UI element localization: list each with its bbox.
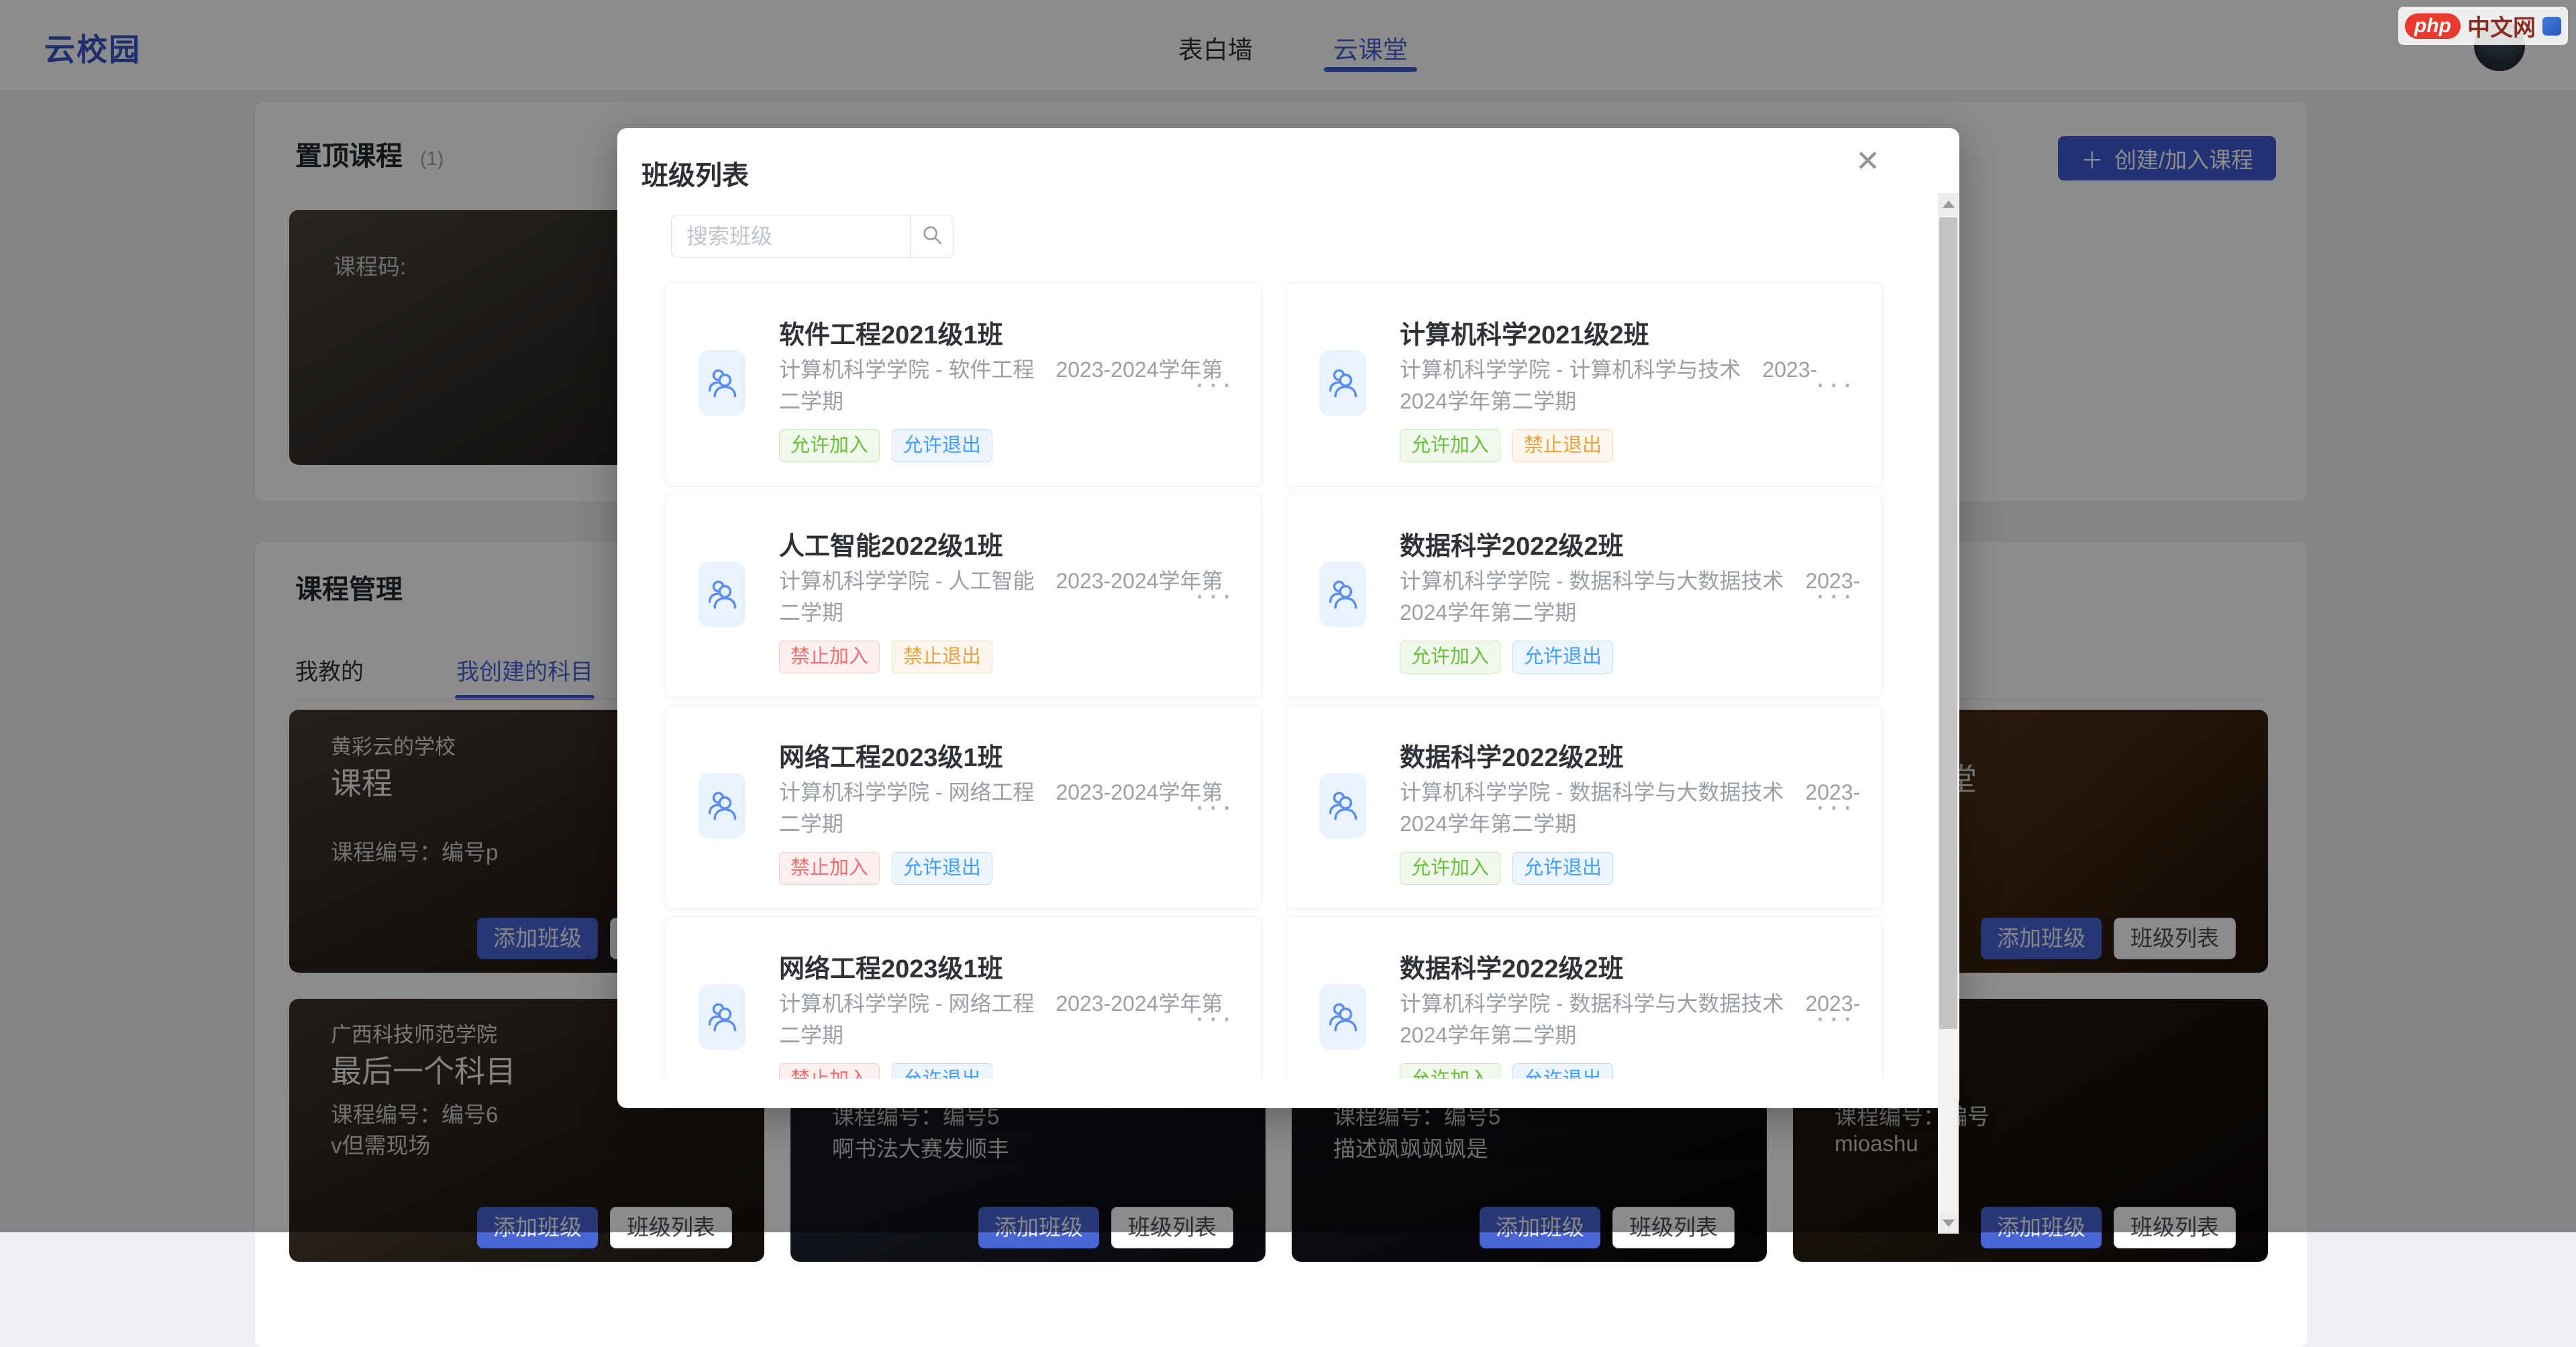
class-avatar-tile [1319,773,1366,839]
modal-scrollbar[interactable] [1938,193,1959,1234]
search-input[interactable] [671,215,910,258]
class-card[interactable]: 数据科学2022级2班 计算机科学学院 - 数据科学与大数据技术 2023-20… [1286,916,1882,1079]
site-watermark: php 中文网 [2398,7,2568,45]
class-name: 计算机科学2021级2班 [1400,314,1649,351]
more-options-button[interactable]: ··· [1815,365,1856,401]
more-options-button[interactable]: ··· [1815,999,1856,1035]
join-status-badge: 允许加入 [779,429,880,462]
join-status-badge: 允许加入 [1400,852,1500,885]
join-status-badge: 禁止加入 [779,1063,880,1079]
class-info: 计算机科学学院 - 计算机科学与技术 2023-2024学年第二学期 [1400,354,1863,417]
class-card[interactable]: 计算机科学2021级2班 计算机科学学院 - 计算机科学与技术 2023-202… [1286,282,1882,486]
class-avatar-tile [699,350,745,416]
quit-status-badge: 禁止退出 [1512,429,1613,462]
class-name: 数据科学2022级2班 [1400,525,1624,562]
more-options-button[interactable]: ··· [1194,365,1235,401]
close-icon[interactable]: ✕ [1855,147,1880,176]
watermark-text: 中文网 [2467,9,2536,42]
class-name: 数据科学2022级2班 [1400,737,1624,773]
people-icon [705,364,739,402]
class-name: 网络工程2023级1班 [779,737,1003,773]
search-icon [920,223,944,250]
class-card[interactable]: 软件工程2021级1班 计算机科学学院 - 软件工程 2023-2024学年第二… [666,282,1261,486]
class-name: 人工智能2022级1班 [779,525,1003,562]
people-icon [1325,576,1360,614]
scrollbar-down-arrow[interactable] [1938,1212,1959,1234]
class-list-modal: 班级列表 软件工程2021级1班 计算机科学学院 - 软件工程 2023-202… [617,128,1959,1108]
quit-status-badge: 禁止退出 [892,641,992,674]
class-card[interactable]: 人工智能2022级1班 计算机科学学院 - 人工智能 2023-2024学年第二… [666,494,1261,698]
class-avatar-tile [699,561,745,627]
search-button[interactable] [910,215,954,258]
class-info: 计算机科学学院 - 网络工程 2023-2024学年第二学期 [779,777,1242,840]
quit-status-badge: 允许退出 [892,429,992,462]
join-status-badge: 禁止加入 [779,641,880,674]
class-avatar-tile [1319,350,1366,416]
class-info: 计算机科学学院 - 网络工程 2023-2024学年第二学期 [779,988,1242,1051]
people-icon [705,576,739,614]
people-icon [1325,787,1360,825]
people-icon [1325,364,1360,402]
class-name: 软件工程2021级1班 [779,314,1003,351]
class-avatar-tile [699,773,745,839]
more-options-button[interactable]: ··· [1194,788,1235,824]
more-options-button[interactable]: ··· [1194,576,1235,612]
class-list-scroll-area: 班级列表 软件工程2021级1班 计算机科学学院 - 软件工程 2023-202… [617,128,1959,1079]
class-name: 数据科学2022级2班 [1400,948,1624,985]
people-icon [1325,998,1360,1036]
class-avatar-tile [1319,984,1366,1050]
class-info: 计算机科学学院 - 数据科学与大数据技术 2023-2024学年第二学期 [1400,565,1863,629]
join-status-badge: 允许加入 [1400,1063,1500,1079]
quit-status-badge: 允许退出 [1512,641,1613,674]
join-status-badge: 允许加入 [1400,429,1500,462]
class-avatar-tile [1319,561,1366,627]
class-info: 计算机科学学院 - 数据科学与大数据技术 2023-2024学年第二学期 [1400,988,1863,1051]
class-search-group [671,215,954,258]
more-options-button[interactable]: ··· [1815,576,1856,612]
more-options-button[interactable]: ··· [1815,788,1856,824]
class-info: 计算机科学学院 - 数据科学与大数据技术 2023-2024学年第二学期 [1400,777,1863,840]
people-icon [705,998,739,1036]
class-card[interactable]: 网络工程2023级1班 计算机科学学院 - 网络工程 2023-2024学年第二… [666,916,1261,1079]
class-info: 计算机科学学院 - 人工智能 2023-2024学年第二学期 [779,565,1242,629]
people-icon [705,787,739,825]
scrollbar-thumb[interactable] [1939,217,1957,1029]
quit-status-badge: 允许退出 [1512,852,1613,885]
class-card[interactable]: 数据科学2022级2班 计算机科学学院 - 数据科学与大数据技术 2023-20… [1286,494,1882,698]
class-card[interactable]: 数据科学2022级2班 计算机科学学院 - 数据科学与大数据技术 2023-20… [1286,705,1882,909]
quit-status-badge: 允许退出 [892,1063,992,1079]
quit-status-badge: 允许退出 [892,852,992,885]
more-options-button[interactable]: ··· [1194,999,1235,1035]
scrollbar-up-arrow[interactable] [1938,193,1959,215]
modal-title: 班级列表 [641,154,749,193]
class-avatar-tile [699,984,745,1050]
quit-status-badge: 允许退出 [1512,1063,1613,1079]
join-status-badge: 禁止加入 [779,852,880,885]
class-name: 网络工程2023级1班 [779,948,1003,985]
watermark-icon [2542,17,2561,36]
php-badge: php [2405,13,2461,39]
class-info: 计算机科学学院 - 软件工程 2023-2024学年第二学期 [779,354,1242,417]
join-status-badge: 允许加入 [1400,641,1500,674]
class-card[interactable]: 网络工程2023级1班 计算机科学学院 - 网络工程 2023-2024学年第二… [666,705,1261,909]
